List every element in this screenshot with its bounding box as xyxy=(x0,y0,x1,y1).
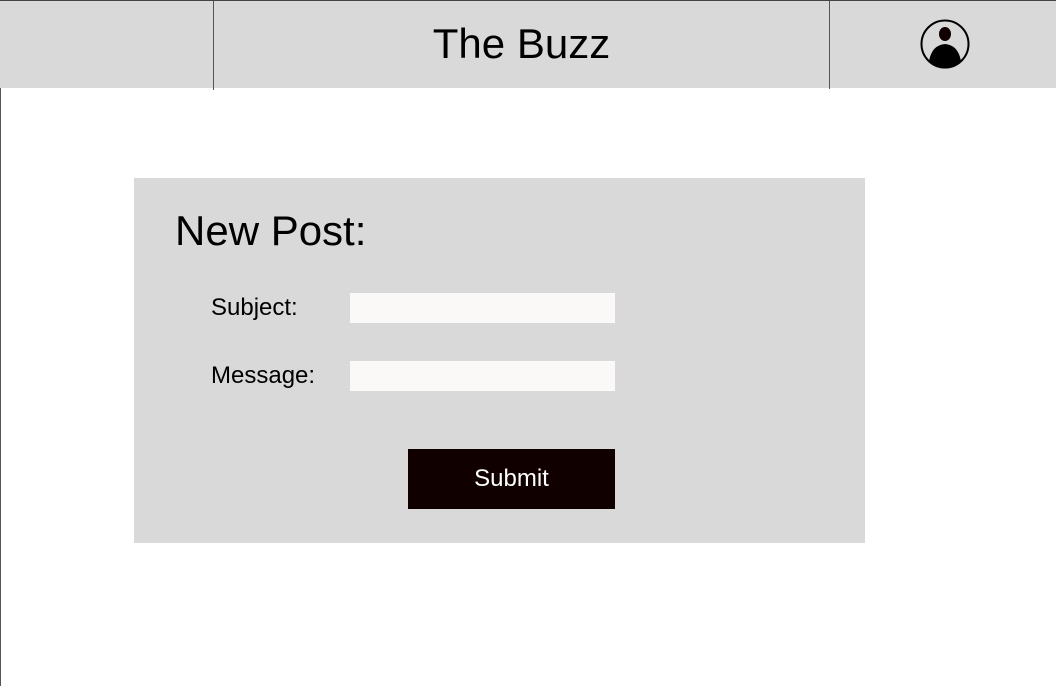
header-divider xyxy=(829,1,830,89)
page-border xyxy=(0,0,1,686)
submit-button[interactable]: Submit xyxy=(408,449,615,509)
form-title: New Post: xyxy=(175,207,367,254)
subject-label: Subject: xyxy=(211,294,298,321)
app-title: The Buzz xyxy=(432,20,611,67)
user-circle-icon[interactable] xyxy=(920,19,970,69)
message-label: Message: xyxy=(211,362,316,389)
subject-input[interactable] xyxy=(350,293,615,323)
message-input[interactable] xyxy=(350,361,615,391)
new-post-form: New Post: Subject: Message: Submit xyxy=(134,178,865,543)
header-bar: The Buzz xyxy=(0,0,1056,90)
